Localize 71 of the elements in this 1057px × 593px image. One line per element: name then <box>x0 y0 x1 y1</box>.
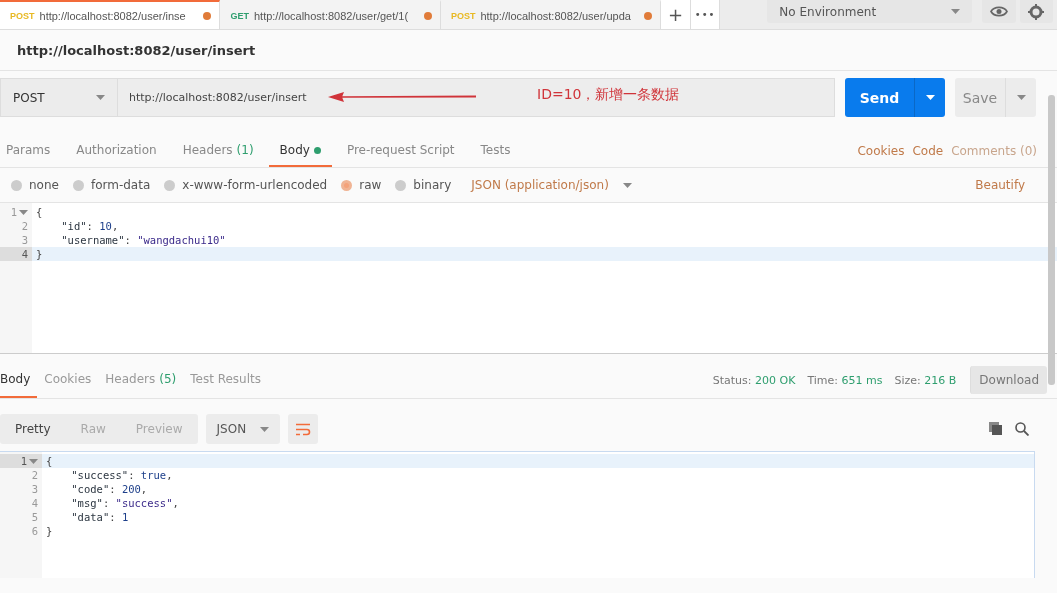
response-tab[interactable]: Headers (5) <box>98 362 184 398</box>
request-tab[interactable]: POST http://localhost:8082/user/inse <box>0 0 221 29</box>
code-line: } <box>45 524 54 538</box>
line-number: 4 <box>30 496 39 510</box>
code-line: "data": 1 <box>70 510 130 524</box>
copy-icon[interactable] <box>989 422 1003 436</box>
wrap-lines-icon <box>294 422 311 436</box>
annotation-text: ID=10，新增一条数据 <box>537 86 680 104</box>
line-number: 3 <box>30 482 39 496</box>
radio-label: form-data <box>90 178 151 192</box>
view-mode-tab[interactable]: Pretty <box>0 414 66 444</box>
caret-icon <box>925 95 935 100</box>
request-section-tab[interactable]: Pre-request Script <box>335 135 466 167</box>
request-tab[interactable]: POST http://localhost:8082/user/upda <box>440 0 662 29</box>
fold-caret-icon <box>19 209 28 215</box>
code-line: "msg": "success", <box>70 496 180 510</box>
body-type-radio[interactable]: binary <box>395 178 452 192</box>
line-number: 2 <box>20 219 29 233</box>
line-number: 3 <box>20 233 29 247</box>
body-type-radio[interactable]: form-data <box>72 178 151 192</box>
request-section-tab[interactable]: Params <box>6 135 62 167</box>
line-number: 1 <box>0 205 32 219</box>
format-dropdown[interactable]: JSON <box>205 414 280 444</box>
download-button[interactable]: Download <box>970 366 1047 394</box>
line-number: 4 <box>0 247 32 261</box>
request-body-editor[interactable]: 1 2 3 4 { "id": 10, "username": "wangdachui10" } <box>0 203 1057 354</box>
scrollbar[interactable] <box>1048 95 1055 385</box>
caret-icon <box>1016 95 1026 100</box>
line-number: 5 <box>30 510 39 524</box>
radio-label: binary <box>413 178 452 192</box>
request-section-tab[interactable]: Headers (1) <box>171 135 265 167</box>
code-line: "id": 10, <box>60 219 120 233</box>
code-line: "code": 200, <box>70 482 149 496</box>
request-section-tab[interactable]: Body <box>268 135 332 167</box>
body-type-radio[interactable]: raw <box>341 178 382 192</box>
link[interactable]: Code <box>912 144 944 158</box>
response-stat: Time: 651 ms <box>807 373 883 387</box>
beautify-link[interactable]: Beautify <box>975 178 1025 192</box>
environment-dropdown[interactable]: No Environment <box>767 0 973 23</box>
request-section-tab[interactable]: Authorization <box>65 135 168 167</box>
link[interactable]: Cookies <box>857 144 905 158</box>
eye-button[interactable] <box>982 0 1016 23</box>
request-tab[interactable]: GET http://localhost:8082/user/get/1( <box>220 0 441 29</box>
code-line: "success": true, <box>70 468 174 482</box>
request-title: http://localhost:8082/user/insert <box>0 30 1057 71</box>
caret-icon <box>259 426 269 432</box>
radio-label: none <box>29 178 59 192</box>
search-icon[interactable] <box>1015 422 1029 436</box>
response-tab[interactable]: Body <box>0 362 38 398</box>
radio-label: raw <box>359 178 382 192</box>
content-type-dropdown[interactable]: JSON (application/json) <box>471 178 632 192</box>
code-line: "username": "wangdachui10" <box>60 233 227 247</box>
request-section-tab[interactable]: Tests <box>469 135 522 167</box>
line-number: 6 <box>30 524 39 538</box>
fold-caret-icon <box>29 458 38 464</box>
caret-icon <box>622 182 632 188</box>
body-type-radio[interactable]: none <box>11 178 59 192</box>
line-number: 2 <box>30 468 39 482</box>
settings-button[interactable] <box>1019 0 1053 23</box>
caret-icon <box>951 9 961 14</box>
response-stat: Size: 216 B <box>894 373 957 387</box>
wrap-button[interactable] <box>287 414 318 444</box>
eye-icon <box>989 6 1008 17</box>
response-stat: Status: 200 OK <box>712 373 796 387</box>
method-dropdown[interactable]: POST <box>0 78 118 117</box>
caret-icon <box>96 95 105 100</box>
code-line: { <box>35 205 44 219</box>
new-tab-button[interactable]: + <box>661 0 691 29</box>
send-button[interactable]: Send <box>845 78 945 117</box>
more-tabs-button[interactable]: ••• <box>690 0 721 29</box>
line-number: 1 <box>0 454 42 468</box>
